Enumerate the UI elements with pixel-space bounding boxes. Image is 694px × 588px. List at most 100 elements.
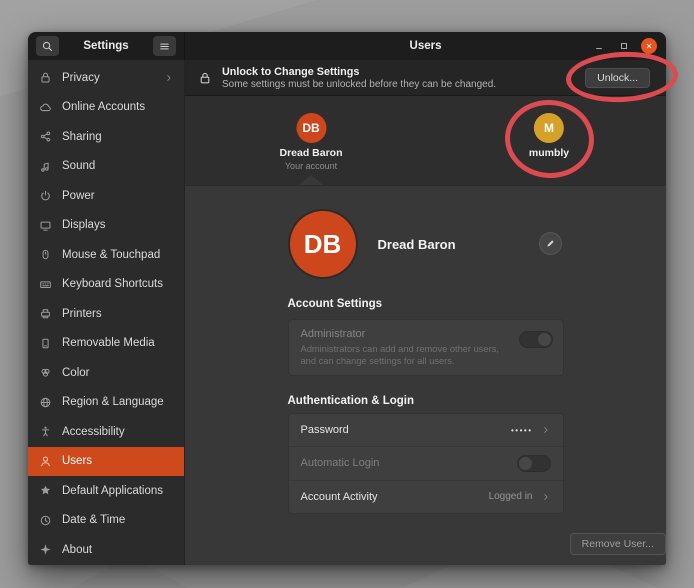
sidebar-item-sound[interactable]: Sound bbox=[28, 152, 184, 182]
sidebar-item-removable-media[interactable]: Removable Media bbox=[28, 329, 184, 359]
sidebar: Privacy Online Accounts Sharing Sound Po… bbox=[28, 60, 185, 565]
sidebar-item-label: Online Accounts bbox=[62, 101, 145, 113]
share-icon bbox=[38, 130, 53, 143]
sidebar-item-label: Privacy bbox=[62, 72, 100, 84]
page-title: Users bbox=[410, 40, 442, 52]
administrator-label: Administrator bbox=[301, 328, 551, 340]
sidebar-item-keyboard-shortcuts[interactable]: Keyboard Shortcuts bbox=[28, 270, 184, 300]
administrator-description: Administrators can add and remove other … bbox=[301, 343, 511, 367]
sidebar-item-about[interactable]: About bbox=[28, 535, 184, 565]
star-icon bbox=[38, 484, 53, 497]
unlock-banner-title: Unlock to Change Settings bbox=[222, 66, 496, 78]
search-button[interactable] bbox=[36, 36, 59, 56]
automatic-login-label: Automatic Login bbox=[301, 457, 380, 469]
window-controls bbox=[591, 32, 657, 60]
sidebar-item-label: Sound bbox=[62, 160, 95, 172]
password-label: Password bbox=[301, 424, 349, 436]
sidebar-item-label: About bbox=[62, 544, 92, 556]
chevron-right-icon bbox=[541, 492, 551, 502]
sidebar-item-online-accounts[interactable]: Online Accounts bbox=[28, 93, 184, 123]
sidebar-item-label: Keyboard Shortcuts bbox=[62, 278, 163, 290]
sidebar-item-region-language[interactable]: Region & Language bbox=[28, 388, 184, 418]
sidebar-item-default-applications[interactable]: Default Applications bbox=[28, 476, 184, 506]
settings-window: Settings Users Privacy bbox=[28, 32, 666, 565]
sidebar-item-label: Color bbox=[62, 367, 89, 379]
sidebar-item-label: Date & Time bbox=[62, 514, 125, 526]
profile-row: DB Dread Baron bbox=[288, 208, 564, 280]
carousel-user-mumbly[interactable]: M mumbly bbox=[529, 113, 569, 159]
auth-heading: Authentication & Login bbox=[288, 395, 564, 407]
unlock-button[interactable]: Unlock... bbox=[585, 68, 650, 88]
sidebar-item-mouse-touchpad[interactable]: Mouse & Touchpad bbox=[28, 240, 184, 270]
user-carousel: DB Dread Baron Your account M mumbly bbox=[185, 96, 666, 186]
unlock-banner-text: Unlock to Change Settings Some settings … bbox=[222, 66, 496, 90]
minimize-button[interactable] bbox=[591, 38, 607, 54]
sidebar-item-label: Default Applications bbox=[62, 485, 163, 497]
sidebar-header: Settings bbox=[28, 32, 185, 60]
titlebar: Settings Users bbox=[28, 32, 666, 60]
chevron-right-icon bbox=[541, 425, 551, 435]
sidebar-item-color[interactable]: Color bbox=[28, 358, 184, 388]
sidebar-item-privacy[interactable]: Privacy bbox=[28, 63, 184, 93]
maximize-icon bbox=[619, 41, 629, 51]
main-header: Users bbox=[185, 32, 666, 60]
carousel-user-name: mumbly bbox=[529, 147, 569, 159]
sidebar-item-date-time[interactable]: Date & Time bbox=[28, 506, 184, 536]
automatic-login-toggle bbox=[517, 455, 551, 472]
keyboard-icon bbox=[38, 278, 53, 291]
edit-avatar-button[interactable] bbox=[539, 232, 562, 255]
sidebar-item-power[interactable]: Power bbox=[28, 181, 184, 211]
pencil-icon bbox=[545, 238, 556, 249]
sidebar-item-displays[interactable]: Displays bbox=[28, 211, 184, 241]
account-settings-heading: Account Settings bbox=[288, 298, 564, 310]
printer-icon bbox=[38, 307, 53, 320]
password-value: ••••• bbox=[511, 426, 533, 435]
remove-user-button: Remove User... bbox=[570, 533, 666, 555]
unlock-banner-subtitle: Some settings must be unlocked before th… bbox=[222, 79, 496, 90]
sidebar-item-label: Displays bbox=[62, 219, 105, 231]
sidebar-item-users[interactable]: Users bbox=[28, 447, 184, 477]
sidebar-item-label: Region & Language bbox=[62, 396, 164, 408]
password-row[interactable]: Password ••••• bbox=[289, 414, 563, 446]
maximize-button[interactable] bbox=[616, 38, 632, 54]
sidebar-item-label: Removable Media bbox=[62, 337, 155, 349]
sidebar-item-printers[interactable]: Printers bbox=[28, 299, 184, 329]
cloud-icon bbox=[38, 101, 53, 114]
avatar-mumbly: M bbox=[534, 113, 564, 143]
sidebar-item-label: Mouse & Touchpad bbox=[62, 249, 160, 261]
users-icon bbox=[38, 455, 53, 468]
unlock-banner: Unlock to Change Settings Some settings … bbox=[185, 60, 666, 96]
user-detail: DB Dread Baron Account Settings Administ… bbox=[185, 186, 666, 565]
auth-card: Password ••••• Automatic Login Accou bbox=[288, 413, 564, 514]
globe-icon bbox=[38, 396, 53, 409]
display-icon bbox=[38, 219, 53, 232]
account-activity-value: Logged in bbox=[489, 491, 533, 502]
about-icon bbox=[38, 543, 53, 556]
account-activity-label: Account Activity bbox=[301, 491, 378, 503]
profile-name: Dread Baron bbox=[378, 237, 456, 252]
sidebar-item-label: Power bbox=[62, 190, 95, 202]
toggle-knob bbox=[519, 457, 532, 470]
close-button[interactable] bbox=[641, 38, 657, 54]
users-panel: Unlock to Change Settings Some settings … bbox=[185, 60, 666, 565]
account-activity-row[interactable]: Account Activity Logged in bbox=[289, 480, 563, 513]
sidebar-item-sharing[interactable]: Sharing bbox=[28, 122, 184, 152]
close-icon bbox=[645, 42, 653, 50]
accessibility-icon bbox=[38, 425, 53, 438]
carousel-user-subtitle: Your account bbox=[285, 161, 337, 171]
mouse-icon bbox=[38, 248, 53, 261]
app-title: Settings bbox=[83, 40, 128, 52]
carousel-user-name: Dread Baron bbox=[279, 147, 342, 159]
sidebar-item-label: Sharing bbox=[62, 131, 102, 143]
clock-icon bbox=[38, 514, 53, 527]
sound-icon bbox=[38, 160, 53, 173]
sidebar-item-accessibility[interactable]: Accessibility bbox=[28, 417, 184, 447]
sidebar-item-label: Users bbox=[62, 455, 92, 467]
administrator-toggle bbox=[519, 331, 553, 348]
media-icon bbox=[38, 337, 53, 350]
carousel-selection-notch bbox=[299, 175, 323, 185]
color-icon bbox=[38, 366, 53, 379]
sidebar-item-label: Printers bbox=[62, 308, 102, 320]
menu-button[interactable] bbox=[153, 36, 176, 56]
carousel-user-dread-baron[interactable]: DB Dread Baron Your account bbox=[279, 113, 342, 171]
